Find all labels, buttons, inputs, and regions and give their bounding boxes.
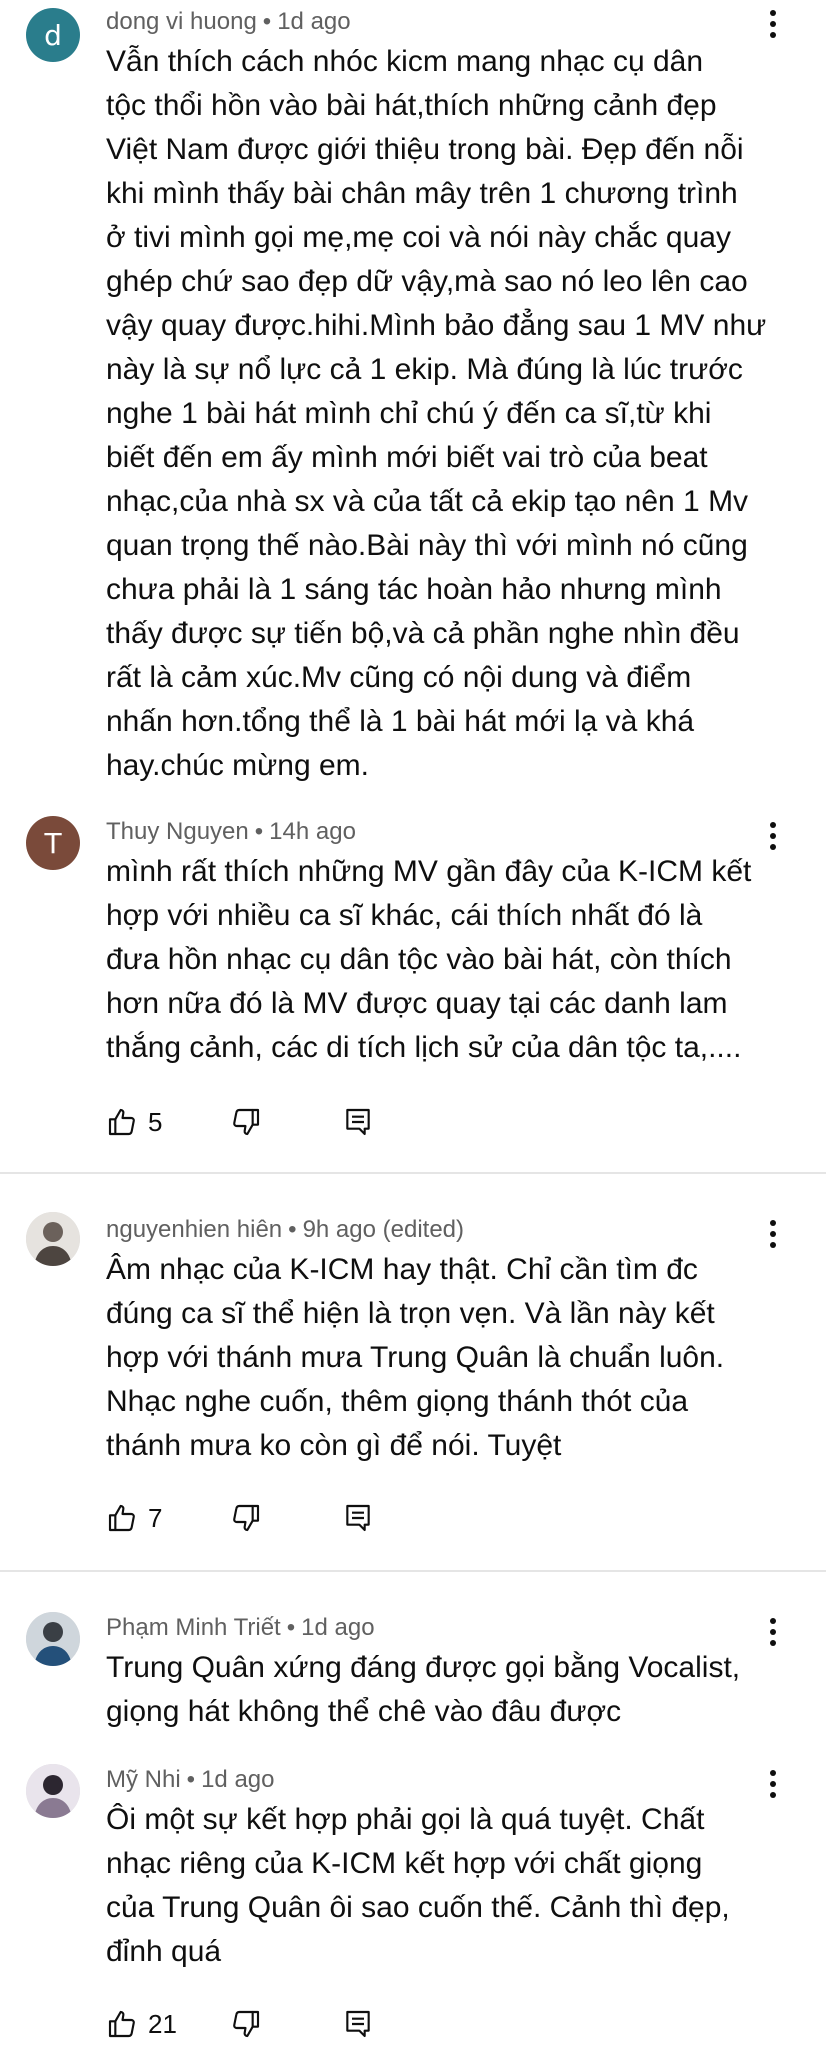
comment-line: tộc thổi hồn vào bài hát,thích những cản…	[106, 89, 717, 122]
avatar[interactable]: T	[26, 816, 80, 870]
comment-divider	[0, 1570, 826, 1572]
reply-button[interactable]	[342, 1496, 374, 1540]
comment-meta: Thuy Nguyen • 14h ago	[106, 818, 356, 846]
avatar[interactable]	[26, 1212, 80, 1266]
comment-author[interactable]: dong vi huong	[106, 8, 257, 35]
comment-text: Trung Quân xứng đáng được gọi bằng Vocal…	[106, 1646, 796, 1734]
thumb-down-icon	[230, 1106, 262, 1138]
comment-line: đúng ca sĩ thể hiện là trọn vẹn. Và lần …	[106, 1297, 715, 1330]
meta-separator: •	[288, 1216, 297, 1243]
dislike-button[interactable]	[230, 1100, 262, 1144]
comment-line: hợp với nhiều ca sĩ khác, cái thích nhất…	[106, 899, 703, 932]
comment-actions: 7	[106, 1496, 506, 1540]
like-button[interactable]: 5	[106, 1100, 162, 1144]
comment-time[interactable]: 9h ago (edited)	[303, 1216, 464, 1243]
comment-line: rất là cảm xúc.Mv cũng có nội dung và đi…	[106, 661, 692, 694]
comment-divider	[0, 1172, 826, 1174]
comment-line: nhấn hơn.tổng thể là 1 bài hát mới lạ và…	[106, 705, 695, 738]
meta-separator: •	[186, 1766, 196, 1793]
comment-line: ở tivi mình gọi mẹ,mẹ coi và nói này chắ…	[106, 221, 731, 254]
comment-line: đưa hồn nhạc cụ dân tộc vào bài hát, còn…	[106, 943, 732, 976]
comment-line: Âm nhạc của K-ICM hay thật. Chỉ cần tìm …	[106, 1253, 698, 1286]
reply-comment-icon	[342, 1106, 374, 1138]
more-vertical-icon[interactable]	[762, 4, 786, 44]
like-button[interactable]: 21	[106, 2002, 177, 2046]
thumb-down-icon	[230, 1502, 262, 1534]
meta-separator: •	[254, 818, 264, 845]
comment-author[interactable]: Phạm Minh Triết	[106, 1614, 281, 1641]
comment-meta: dong vi huong • 1d ago	[106, 8, 351, 36]
avatar[interactable]	[26, 1612, 80, 1666]
comment-line: vậy quay được.hihi.Mình bảo đẳng sau 1 M…	[106, 309, 767, 342]
comment-text: Ôi một sự kết hợp phải gọi là quá tuyệt.…	[106, 1798, 796, 1974]
comment-time[interactable]: 1d ago	[301, 1614, 374, 1641]
avatar-letter: d	[44, 18, 62, 52]
comment-meta: nguyenhien hiên • 9h ago (edited)	[106, 1216, 464, 1244]
comment-author[interactable]: nguyenhien hiên	[106, 1216, 282, 1243]
reply-comment-icon	[342, 1502, 374, 1534]
like-count: 5	[148, 1106, 163, 1137]
comment-text: Âm nhạc của K-ICM hay thật. Chỉ cần tìm …	[106, 1248, 796, 1468]
reply-comment-icon	[342, 2008, 374, 2040]
comment-line: ghép chứ sao đẹp dữ vậy,mà sao nó leo lê…	[106, 265, 748, 298]
comment-line: quan trọng thế nào.Bài này thì với mình …	[106, 529, 748, 562]
comment-line: thắng cảnh, các di tích lịch sử của dân …	[106, 1031, 742, 1064]
comment-line: thấy được sự tiến bộ,và cả phần nghe nhì…	[106, 617, 740, 650]
comment-line: Trung Quân xứng đáng được gọi bằng Vocal…	[106, 1651, 741, 1684]
like-count: 7	[148, 1502, 163, 1533]
comment-line: hay.chúc mừng em.	[106, 749, 369, 782]
comment-line: Nhạc nghe cuốn, thêm giọng thánh thót củ…	[106, 1385, 689, 1418]
comment-text: Vẫn thích cách nhóc kicm mang nhạc cụ dâ…	[106, 40, 796, 788]
comment-time[interactable]: 1d ago	[277, 8, 350, 35]
meta-separator: •	[286, 1614, 296, 1641]
like-button[interactable]: 7	[106, 1496, 162, 1540]
comment-line: của Trung Quân ôi sao cuốn thế. Cảnh thì…	[106, 1891, 730, 1924]
thumb-up-icon	[106, 2008, 138, 2040]
avatar[interactable]: d	[26, 8, 80, 62]
comment-line: nhạc riêng của K-ICM kết hợp với chất gi…	[106, 1847, 703, 1880]
comment-line: giọng hát không thể chê vào đâu được	[106, 1695, 622, 1728]
comment-line: chưa phải là 1 sáng tác hoàn hảo nhưng m…	[106, 573, 722, 606]
comment-author[interactable]: Thuy Nguyen	[106, 818, 249, 845]
comment-line: thánh mưa ko còn gì để nói. Tuyệt	[106, 1429, 562, 1462]
comment-line: Việt Nam được giới thiệu trong bài. Đẹp …	[106, 133, 744, 166]
avatar[interactable]	[26, 1764, 80, 1818]
comment-line: khi mình thấy bài chân mây trên 1 chương…	[106, 177, 738, 210]
comment-actions: 5	[106, 1100, 506, 1144]
comment-meta: Phạm Minh Triết • 1d ago	[106, 1614, 375, 1642]
comment-meta: Mỹ Nhi • 1d ago	[106, 1766, 274, 1794]
comment-line: biết đến em ấy mình mới biết vai trò của…	[106, 441, 708, 474]
comment-text: mình rất thích những MV gần đây của K-IC…	[106, 850, 796, 1070]
comment-line: nghe 1 bài hát mình chỉ chú ý đến ca sĩ,…	[106, 397, 712, 430]
thumb-up-icon	[106, 1106, 138, 1138]
comment-time[interactable]: 1d ago	[201, 1766, 274, 1793]
comment-line: Vẫn thích cách nhóc kicm mang nhạc cụ dâ…	[106, 45, 704, 78]
comment-line: hợp với thánh mưa Trung Quân là chuẩn lu…	[106, 1341, 725, 1374]
comment-actions: 21	[106, 2002, 506, 2046]
comment-line: mình rất thích những MV gần đây của K-IC…	[106, 855, 752, 888]
avatar-letter: T	[44, 826, 62, 860]
comment-author[interactable]: Mỹ Nhi	[106, 1766, 181, 1793]
reply-button[interactable]	[342, 2002, 374, 2046]
comment-line: này là sự nổ lực cả 1 ekip. Mà đúng là l…	[106, 353, 743, 386]
thumb-down-icon	[230, 2008, 262, 2040]
dislike-button[interactable]	[230, 1496, 262, 1540]
comment-line: hơn nữa đó là MV được quay tại các danh …	[106, 987, 728, 1020]
comment-line: đỉnh quá	[106, 1935, 222, 1968]
comment-time[interactable]: 14h ago	[269, 818, 356, 845]
reply-button[interactable]	[342, 1100, 374, 1144]
comment-line: Ôi một sự kết hợp phải gọi là quá tuyệt.…	[106, 1803, 705, 1836]
like-count: 21	[148, 2008, 177, 2039]
comment-line: nhạc,của nhà sx và của tất cả ekip tạo n…	[106, 485, 749, 518]
dislike-button[interactable]	[230, 2002, 262, 2046]
thumb-up-icon	[106, 1502, 138, 1534]
meta-separator: •	[262, 8, 272, 35]
